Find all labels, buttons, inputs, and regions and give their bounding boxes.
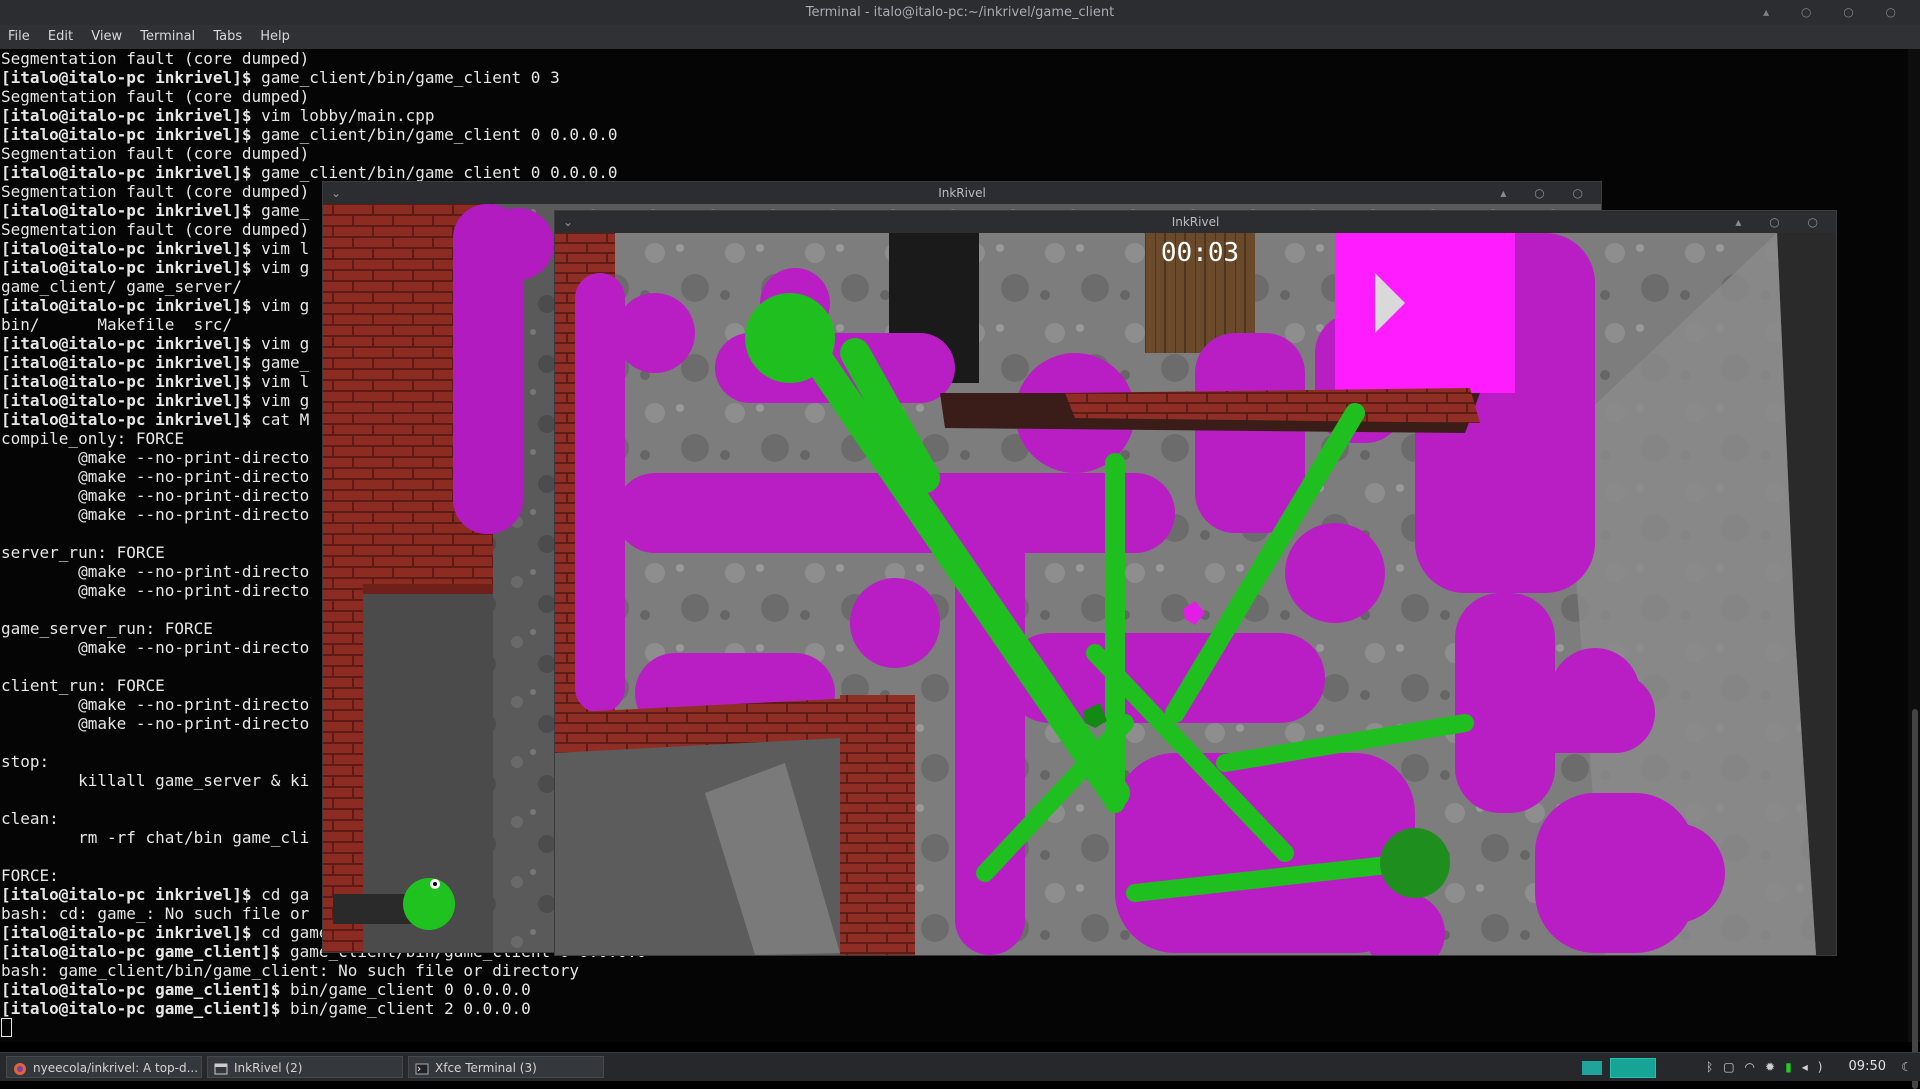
terminal-line: Segmentation fault (core dumped) [1, 144, 310, 163]
terminal-line: [italo@italo-pc game_client]$ bin/game_c… [1, 980, 531, 999]
menu-view[interactable]: View [91, 29, 122, 44]
task-terminal[interactable]: Xfce Terminal (3) [408, 1056, 604, 1078]
terminal-line: [italo@italo-pc game_client]$ bin/game_c… [1, 999, 531, 1018]
menu-help[interactable]: Help [260, 29, 290, 44]
task-firefox[interactable]: nyeecola/inkrivel: A top-d... [6, 1056, 202, 1078]
terminal-line: Segmentation fault (core dumped) [1, 49, 310, 68]
power-icon[interactable]: ☾ [1901, 1053, 1912, 1081]
menu-file[interactable]: File [8, 29, 30, 44]
wifi-icon[interactable]: ◠ [1745, 1060, 1765, 1074]
terminal-line: Segmentation fault (core dumped) [1, 87, 310, 106]
removable-icon[interactable]: ▢ [1723, 1060, 1744, 1074]
terminal-cursor [1, 1018, 12, 1037]
scroll-thumb[interactable] [1912, 709, 1918, 1089]
terminal-line: [italo@italo-pc inkrivel]$ game_client/b… [1, 163, 618, 182]
menu-terminal[interactable]: Terminal [140, 29, 195, 44]
terminal-line: [italo@italo-pc inkrivel]$ game_client/b… [1, 68, 560, 87]
game-window-title: InkRivel [1171, 215, 1220, 229]
terminal-line: [italo@italo-pc inkrivel]$ game_client/b… [1, 125, 618, 144]
workspace-switcher[interactable] [1582, 1053, 1656, 1081]
menu-edit[interactable]: Edit [48, 29, 73, 44]
clock[interactable]: 09:50 [1849, 1053, 1886, 1081]
terminal-title: Terminal - italo@italo-pc:~/inkrivel/gam… [805, 5, 1115, 20]
chevron-down-icon[interactable]: ⌄ [563, 211, 573, 233]
game-scene-front [555, 233, 1836, 955]
window-icon [214, 1061, 228, 1075]
terminal-scrollbar[interactable] [1908, 49, 1920, 1089]
terminal-line: [italo@italo-pc inkrivel]$ vim lobby/mai… [1, 106, 435, 125]
game-window-front-titlebar[interactable]: ⌄ InkRivel ▴ ○ ○ [555, 211, 1836, 233]
workspace-2[interactable] [1609, 1057, 1656, 1078]
task-label: InkRivel (2) [234, 1061, 303, 1075]
window-controls[interactable]: ▴ ○ ○ [1735, 211, 1830, 233]
workspace-1[interactable] [1582, 1060, 1602, 1075]
task-inkrivel[interactable]: InkRivel (2) [207, 1056, 403, 1078]
terminal-title-bar: Terminal - italo@italo-pc:~/inkrivel/gam… [0, 0, 1920, 26]
match-timer: 00:03 [1160, 238, 1240, 268]
task-label: Xfce Terminal (3) [435, 1061, 537, 1075]
game-window-front[interactable]: ⌄ InkRivel ▴ ○ ○ 00:03 [554, 210, 1837, 956]
terminal-icon [415, 1061, 429, 1075]
bluetooth-icon[interactable]: ᛒ [1706, 1060, 1723, 1074]
task-label: nyeecola/inkrivel: A top-d... [33, 1061, 199, 1075]
terminal-line: bash: game_client/bin/game_client: No su… [1, 961, 579, 980]
game-window-title: InkRivel [938, 186, 986, 200]
game-viewport-front[interactable]: 00:03 [555, 233, 1836, 955]
window-controls[interactable]: ▴ ○ ○ [1500, 182, 1595, 204]
firefox-icon [13, 1061, 27, 1075]
chevron-down-icon[interactable]: ⌄ [331, 182, 341, 204]
volume-icon[interactable]: ◂) [1802, 1060, 1833, 1074]
taskbar: nyeecola/inkrivel: A top-d... InkRivel (… [0, 1052, 1920, 1081]
gear-icon[interactable]: ✹ [1765, 1060, 1785, 1074]
window-controls[interactable]: ▴ ○ ○ ○ [1763, 0, 1910, 25]
menu-tabs[interactable]: Tabs [213, 29, 242, 44]
system-tray[interactable]: ᛒ▢◠✹▮◂) [1706, 1053, 1832, 1081]
battery-icon[interactable]: ▮ [1785, 1060, 1802, 1074]
terminal-menubar: File Edit View Terminal Tabs Help [0, 25, 1920, 49]
game-window-back-titlebar[interactable]: ⌄ InkRivel ▴ ○ ○ [323, 182, 1601, 204]
